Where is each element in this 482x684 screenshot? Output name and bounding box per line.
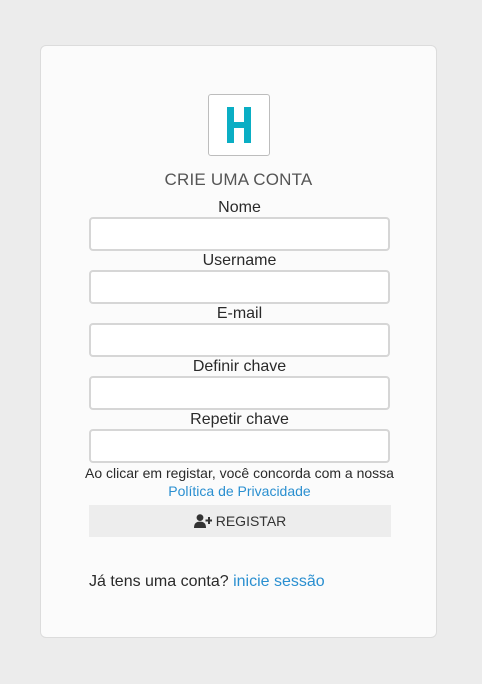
terms-text: Ao clicar em registar, você concorda com… [85,465,394,481]
user-plus-icon [193,514,212,528]
h-logo-icon [227,107,251,143]
register-button[interactable]: REGISTAR [89,505,391,537]
terms-notice: Ao clicar em registar, você concorda com… [71,464,408,500]
name-field[interactable] [89,217,390,251]
username-label: Username [202,252,277,269]
name-label: Nome [218,199,261,216]
register-card: CRIE UMA CONTA Nome Username E-mail Defi… [40,45,437,638]
login-link[interactable]: inicie sessão [233,573,325,590]
email-field[interactable] [89,323,390,357]
brand-logo [208,94,270,156]
register-button-label: REGISTAR [215,513,287,529]
email-label: E-mail [216,305,263,322]
login-prompt: Já tens uma conta? inicie sessão [89,573,325,591]
username-field[interactable] [89,270,390,304]
privacy-policy-link[interactable]: Política de Privacidade [168,483,310,499]
password-label: Definir chave [192,358,287,375]
password-field[interactable] [89,376,390,410]
repeat-password-label: Repetir chave [190,411,289,428]
login-question: Já tens uma conta? [89,573,229,590]
repeat-password-field[interactable] [89,429,390,463]
page-title: CRIE UMA CONTA [164,170,313,189]
